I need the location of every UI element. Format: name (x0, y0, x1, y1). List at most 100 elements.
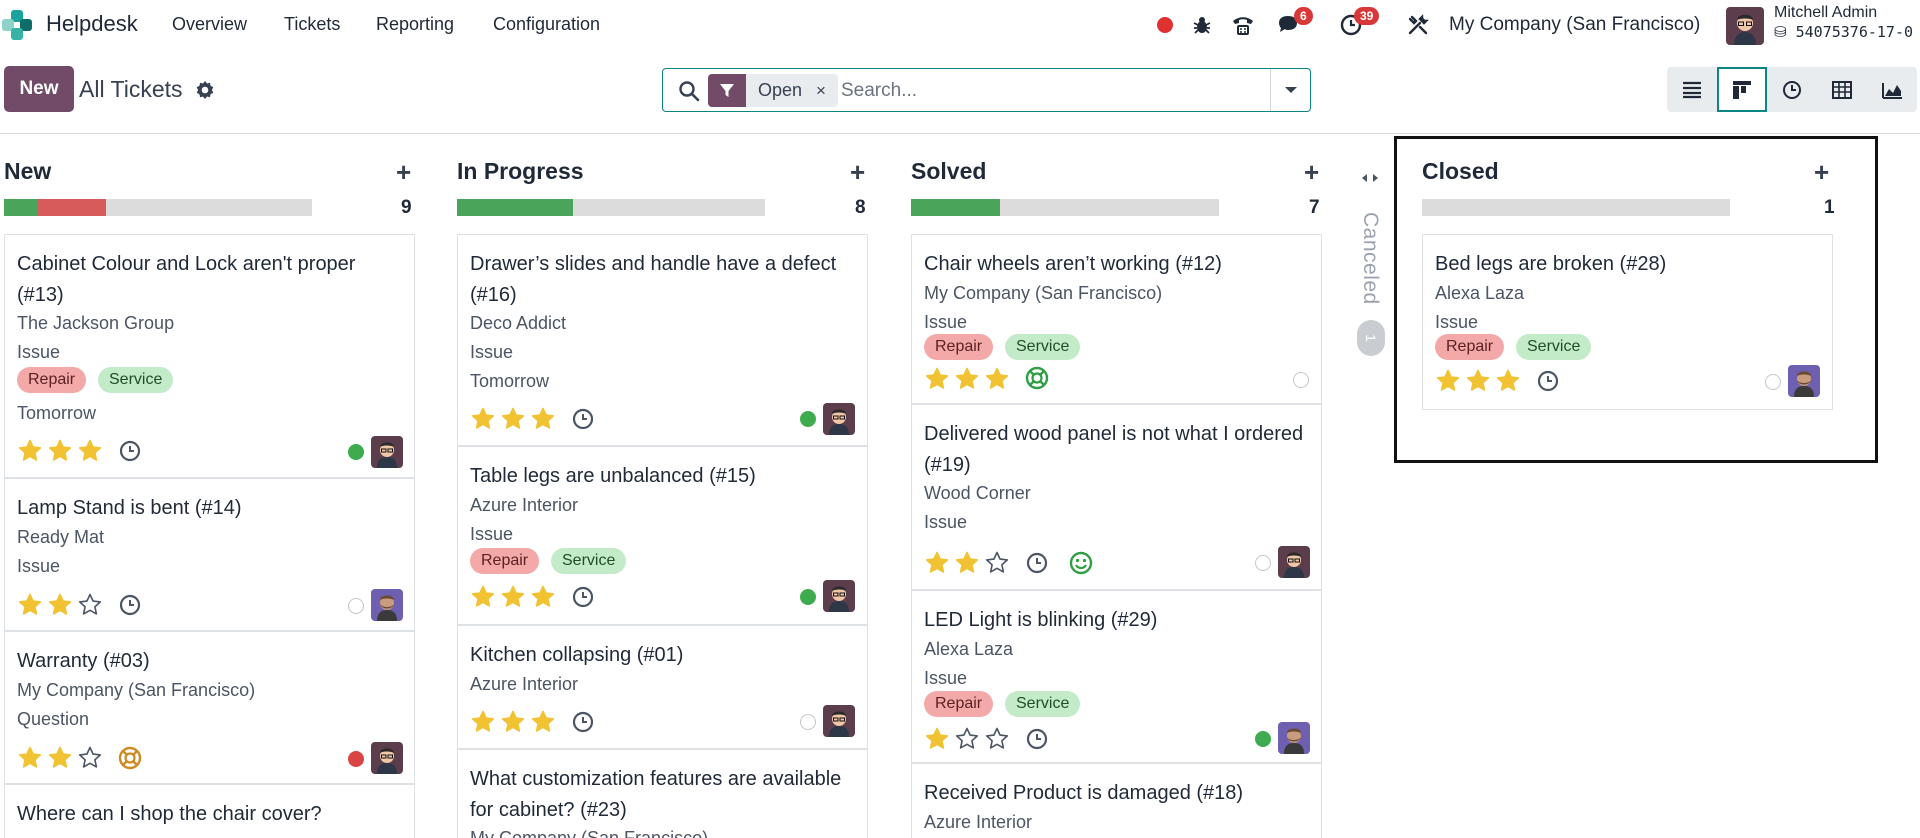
assignee-avatar[interactable] (1278, 546, 1310, 578)
star-empty-icon[interactable] (952, 725, 982, 751)
kanban-state-dot[interactable] (1255, 555, 1271, 571)
column-title-in-progress[interactable]: In Progress (457, 158, 584, 185)
star-filled-icon[interactable] (922, 725, 952, 751)
phone-icon[interactable] (1230, 12, 1256, 38)
star-filled-icon[interactable] (952, 549, 982, 575)
record-icon[interactable] (1152, 12, 1178, 38)
list-view-button[interactable] (1667, 67, 1717, 112)
column-title-new[interactable]: New (4, 158, 51, 185)
star-filled-icon[interactable] (15, 744, 45, 770)
star-filled-icon[interactable] (528, 583, 558, 609)
pivot-view-button[interactable] (1817, 67, 1867, 112)
assignee-avatar[interactable] (823, 705, 855, 737)
star-filled-icon[interactable] (468, 708, 498, 734)
quick-create-in-progress-button[interactable]: + (850, 157, 865, 188)
ticket-card-15[interactable]: Table legs are unbalanced (#15) Azure In… (457, 446, 868, 625)
ticket-card-23[interactable]: What customization features are availabl… (457, 749, 868, 838)
app-name[interactable]: Helpdesk (46, 11, 138, 37)
activity-clock-icon[interactable] (1024, 726, 1050, 752)
search-input[interactable] (841, 77, 1261, 105)
star-filled-icon[interactable] (498, 583, 528, 609)
activity-view-button[interactable] (1767, 67, 1817, 112)
menu-reporting[interactable]: Reporting (376, 14, 454, 35)
star-empty-icon[interactable] (982, 549, 1012, 575)
column-title-solved[interactable]: Solved (911, 158, 986, 185)
user-name[interactable]: Mitchell Admin (1774, 4, 1877, 22)
gear-icon[interactable] (194, 79, 216, 101)
menu-tickets[interactable]: Tickets (284, 14, 340, 35)
ticket-card-14[interactable]: Lamp Stand is bent (#14) Ready Mat Issue (4, 478, 415, 631)
remove-facet-button[interactable]: × (816, 81, 838, 101)
progress-bar-new[interactable] (4, 199, 312, 216)
activity-clock-icon[interactable] (1024, 550, 1050, 576)
search-icon[interactable] (677, 79, 701, 103)
priority-stars[interactable] (922, 725, 1012, 751)
progress-bar-in-progress[interactable] (457, 199, 765, 216)
star-filled-icon[interactable] (498, 708, 528, 734)
star-empty-icon[interactable] (75, 744, 105, 770)
kanban-state-dot[interactable] (800, 411, 816, 427)
kanban-state-dot[interactable] (348, 751, 364, 767)
ticket-card-12[interactable]: Chair wheels aren’t working (#12) My Com… (911, 234, 1322, 404)
priority-stars[interactable] (468, 583, 558, 609)
star-filled-icon[interactable] (75, 437, 105, 463)
ticket-card-03[interactable]: Warranty (#03) My Company (San Francisco… (4, 631, 415, 784)
star-filled-icon[interactable] (15, 437, 45, 463)
star-empty-icon[interactable] (75, 591, 105, 617)
lifebuoy-icon[interactable] (117, 745, 143, 771)
assignee-avatar[interactable] (1278, 722, 1310, 754)
search-options-toggle[interactable] (1270, 69, 1310, 111)
ticket-card-16[interactable]: Drawer’s slides and handle have a defect… (457, 234, 868, 446)
assignee-avatar[interactable] (371, 589, 403, 621)
ticket-card-18[interactable]: Received Product is damaged (#18) Azure … (911, 763, 1322, 838)
quick-create-solved-button[interactable]: + (1304, 157, 1319, 188)
star-filled-icon[interactable] (45, 744, 75, 770)
star-filled-icon[interactable] (498, 405, 528, 431)
star-empty-icon[interactable] (982, 725, 1012, 751)
star-filled-icon[interactable] (528, 405, 558, 431)
quick-create-new-button[interactable]: + (396, 157, 411, 188)
kanban-state-dot[interactable] (1255, 731, 1271, 747)
graph-view-button[interactable] (1867, 67, 1917, 112)
ticket-card-shop[interactable]: Where can I shop the chair cover? (4, 784, 415, 838)
company-switcher[interactable]: My Company (San Francisco) (1449, 14, 1700, 36)
star-filled-icon[interactable] (15, 591, 45, 617)
bug-icon[interactable] (1189, 12, 1215, 38)
assignee-avatar[interactable] (371, 742, 403, 774)
progress-segment-on-track[interactable] (4, 199, 38, 216)
helpdesk-logo-icon[interactable] (2, 10, 32, 40)
star-filled-icon[interactable] (45, 591, 75, 617)
assignee-avatar[interactable] (371, 436, 403, 468)
star-filled-icon[interactable] (45, 437, 75, 463)
kanban-state-dot[interactable] (348, 444, 364, 460)
activity-clock-icon[interactable] (570, 709, 596, 735)
star-filled-icon[interactable] (982, 365, 1012, 391)
new-button[interactable]: New (4, 66, 74, 112)
star-filled-icon[interactable] (528, 708, 558, 734)
activity-clock-icon[interactable] (117, 592, 143, 618)
kanban-state-dot[interactable] (1293, 372, 1309, 388)
progress-bar-solved[interactable] (911, 199, 1219, 216)
assignee-avatar[interactable] (823, 403, 855, 435)
priority-stars[interactable] (468, 405, 558, 431)
tools-icon[interactable] (1405, 12, 1431, 38)
star-filled-icon[interactable] (952, 365, 982, 391)
menu-configuration[interactable]: Configuration (493, 14, 600, 35)
folded-column-canceled[interactable]: Canceled (1358, 212, 1382, 305)
user-avatar[interactable] (1726, 7, 1764, 45)
menu-overview[interactable]: Overview (172, 14, 247, 35)
progress-segment-on-track[interactable] (911, 199, 1001, 216)
priority-stars[interactable] (15, 591, 105, 617)
priority-stars[interactable] (468, 708, 558, 734)
star-filled-icon[interactable] (468, 405, 498, 431)
activity-clock-icon[interactable] (570, 584, 596, 610)
kanban-state-dot[interactable] (348, 598, 364, 614)
unfold-column-icon[interactable] (1360, 168, 1380, 188)
assignee-avatar[interactable] (823, 580, 855, 612)
ticket-card-01[interactable]: Kitchen collapsing (#01) Azure Interior (457, 625, 868, 749)
ticket-card-19[interactable]: Delivered wood panel is not what I order… (911, 404, 1322, 590)
priority-stars[interactable] (922, 549, 1012, 575)
priority-stars[interactable] (922, 365, 1012, 391)
lifebuoy-icon[interactable] (1024, 365, 1050, 391)
progress-segment-on-track[interactable] (457, 199, 573, 216)
